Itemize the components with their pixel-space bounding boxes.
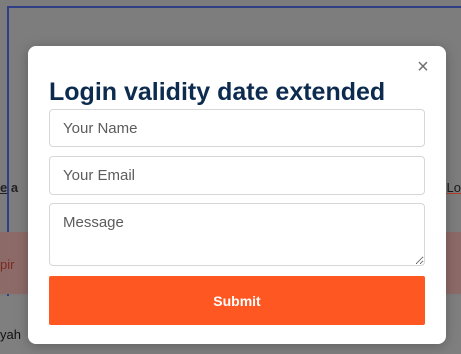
- background-right-link: Lo: [446, 180, 461, 195]
- background-alert-text: pir: [0, 257, 15, 272]
- background-left-text-rest: a: [7, 180, 19, 195]
- background-left-text: e a: [0, 180, 18, 195]
- close-icon[interactable]: ×: [414, 56, 432, 78]
- background-bottom-text: yah: [0, 327, 21, 342]
- login-extended-modal: × Login validity date extended Submit: [28, 46, 446, 344]
- name-input[interactable]: [49, 109, 425, 147]
- message-textarea[interactable]: [49, 203, 425, 266]
- modal-title: Login validity date extended: [49, 78, 386, 106]
- email-input[interactable]: [49, 156, 425, 195]
- submit-button[interactable]: Submit: [49, 276, 425, 325]
